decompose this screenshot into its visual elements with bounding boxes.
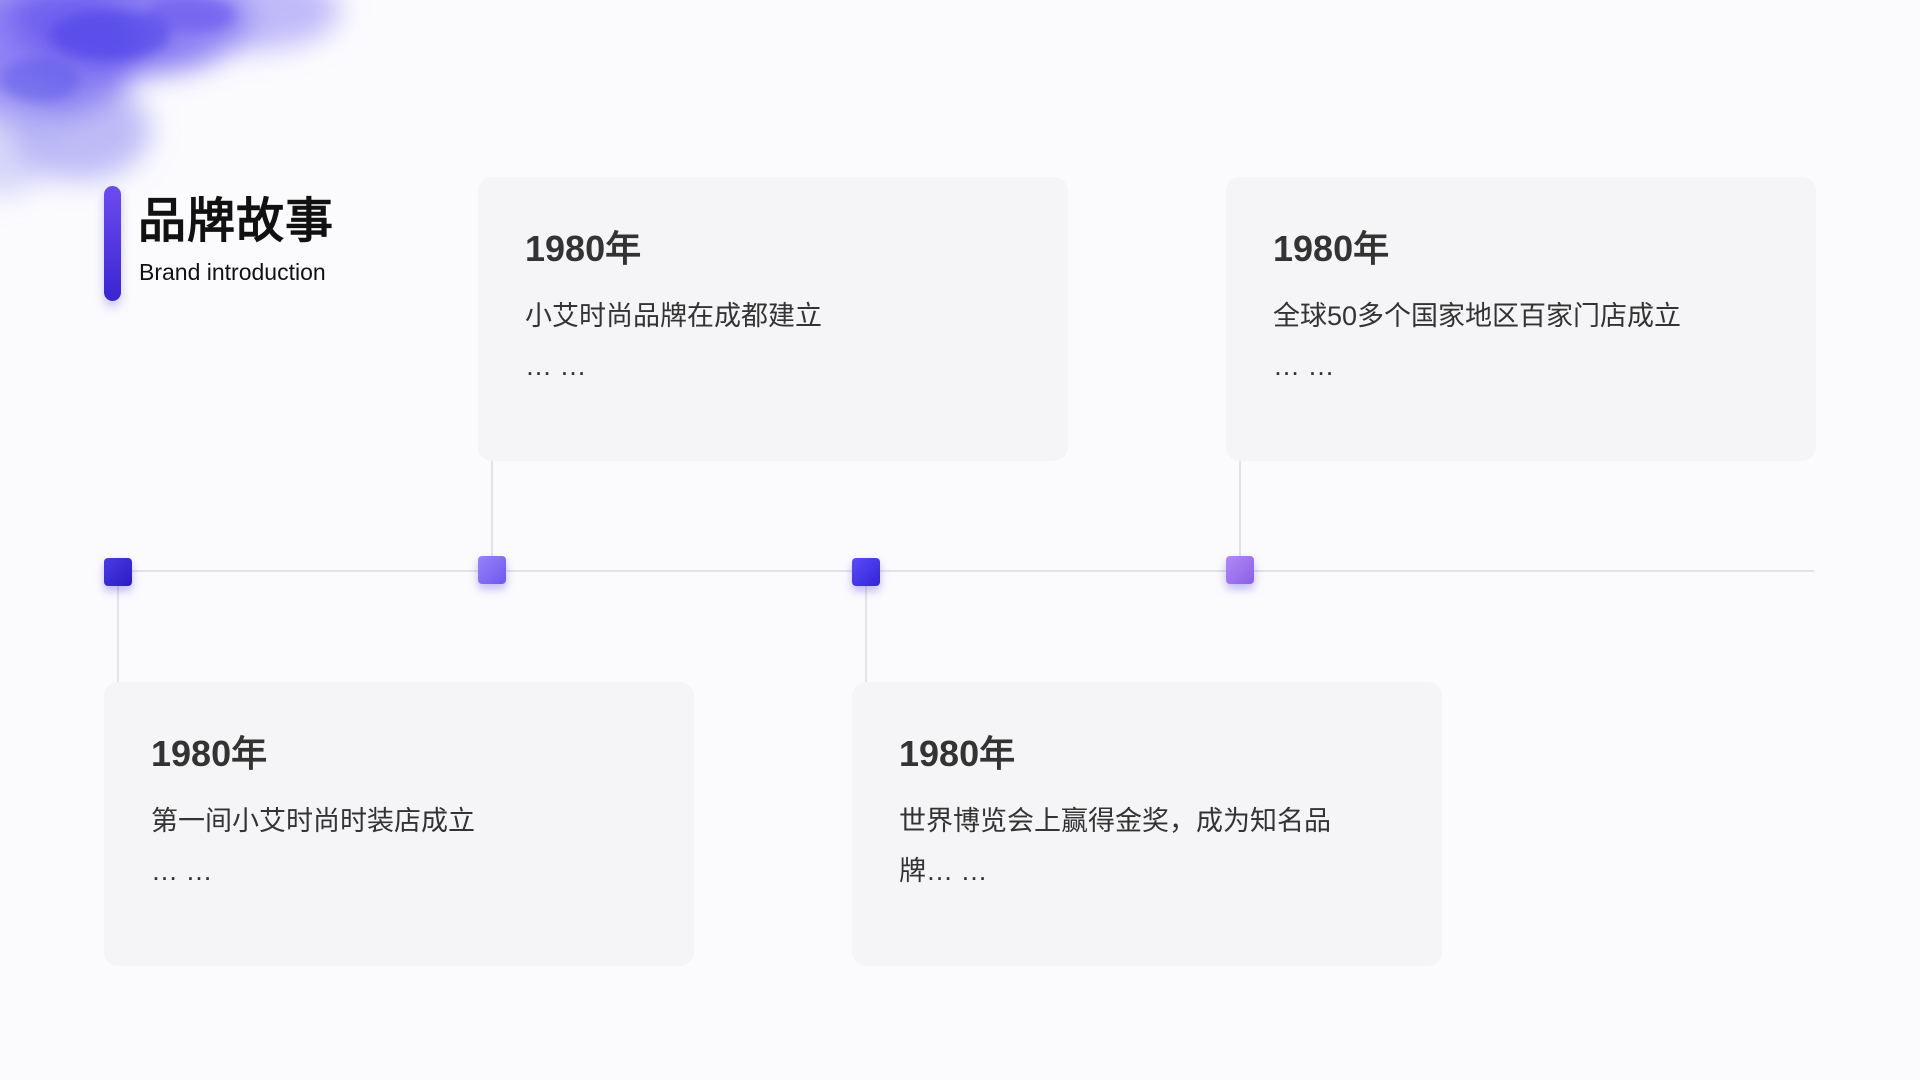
event-year: 1980年 bbox=[525, 228, 642, 269]
timeline-connector bbox=[865, 585, 867, 682]
event-description: 全球50多个国家地区百家门店成立 bbox=[1273, 301, 1682, 331]
title-accent-bar bbox=[104, 186, 121, 301]
event-ellipsis: … … bbox=[525, 351, 587, 381]
event-ellipsis: … … bbox=[151, 856, 213, 886]
timeline-event-card: 1980年 小艾时尚品牌在成都建立 … … bbox=[478, 177, 1068, 461]
timeline-marker bbox=[1226, 556, 1254, 584]
event-description: 世界博览会上赢得金奖，成为知名品牌… … bbox=[899, 806, 1331, 886]
timeline-event-card: 1980年 第一间小艾时尚时装店成立 … … bbox=[104, 682, 694, 966]
event-year: 1980年 bbox=[151, 733, 268, 774]
timeline-connector bbox=[1239, 460, 1241, 570]
timeline-connector bbox=[491, 460, 493, 570]
timeline-marker bbox=[104, 558, 132, 586]
page-subtitle: Brand introduction bbox=[139, 259, 326, 285]
event-description: 小艾时尚品牌在成都建立 bbox=[525, 301, 822, 331]
event-description: 第一间小艾时尚时装店成立 bbox=[151, 806, 475, 836]
timeline-marker bbox=[852, 558, 880, 586]
event-year: 1980年 bbox=[1273, 228, 1390, 269]
timeline-event-card: 1980年 全球50多个国家地区百家门店成立 … … bbox=[1226, 177, 1816, 461]
timeline-line bbox=[118, 570, 1814, 572]
event-ellipsis: … … bbox=[1273, 351, 1335, 381]
timeline-connector bbox=[117, 585, 119, 682]
timeline-marker bbox=[478, 556, 506, 584]
event-year: 1980年 bbox=[899, 733, 1016, 774]
timeline-event-card: 1980年 世界博览会上赢得金奖，成为知名品牌… … bbox=[852, 682, 1442, 966]
page-title: 品牌故事 bbox=[138, 195, 335, 248]
